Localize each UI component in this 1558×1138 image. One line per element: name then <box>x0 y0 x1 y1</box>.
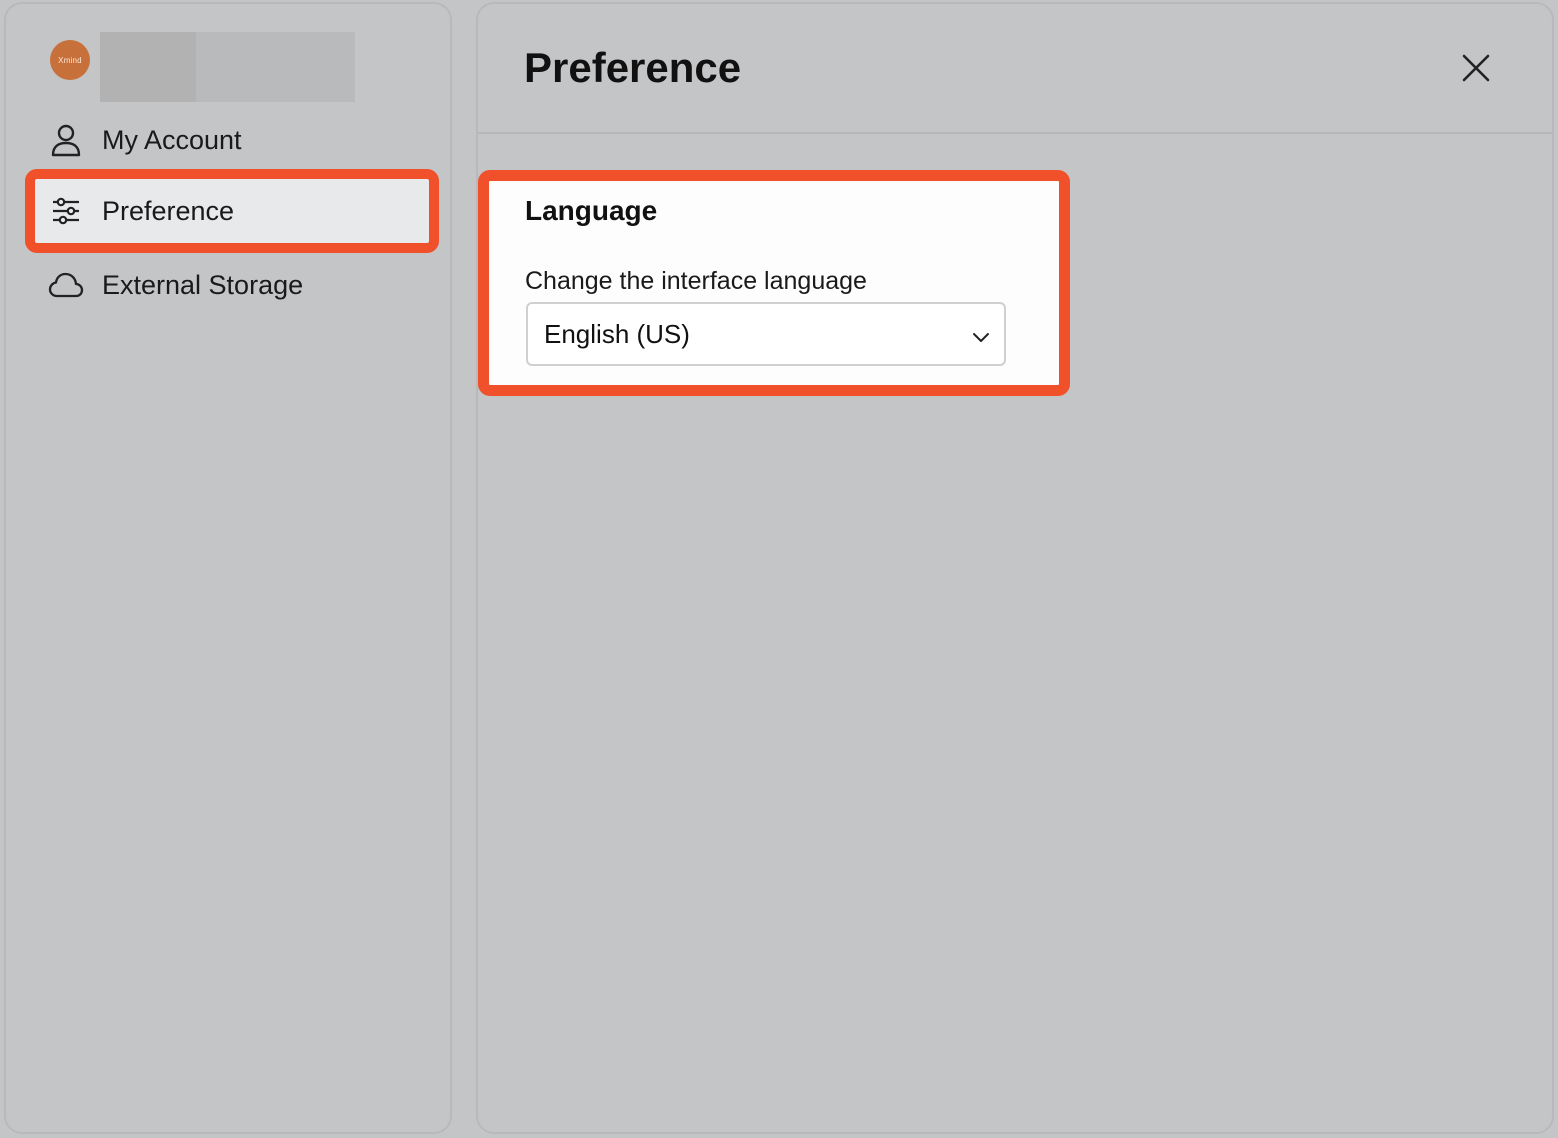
close-button[interactable] <box>1458 52 1494 88</box>
language-section-title: Language <box>525 195 658 226</box>
language-select-value: English (US) <box>544 318 690 349</box>
sidebar-item-external-storage[interactable]: External Storage <box>26 252 436 318</box>
language-section: Language Change the interface language E… <box>478 170 1070 396</box>
avatar-text: Xmind <box>58 55 82 65</box>
main-panel: Preference Language Change the interface… <box>476 2 1554 1134</box>
avatar[interactable]: Xmind <box>50 40 90 80</box>
close-icon <box>1462 54 1490 87</box>
sidebar-item-label: Preference <box>102 195 235 226</box>
chevron-down-icon <box>970 324 992 346</box>
sidebar-item-label: My Account <box>102 124 242 155</box>
sidebar-item-label: External Storage <box>102 269 304 300</box>
account-name-redacted <box>100 32 355 102</box>
language-select[interactable]: English (US) <box>526 302 1006 366</box>
page-title: Preference <box>524 44 742 91</box>
cloud-icon <box>48 267 84 303</box>
main-header: Preference <box>478 4 1552 134</box>
language-description: Change the interface language <box>525 267 867 295</box>
person-icon <box>48 122 84 158</box>
sliders-icon <box>48 193 84 229</box>
sidebar-item-my-account[interactable]: My Account <box>26 107 436 173</box>
sidebar-item-preference[interactable]: Preference <box>35 179 429 243</box>
preferences-window: Xmind My Account Preference External Sto… <box>0 0 1558 1138</box>
sidebar: Xmind My Account Preference External Sto… <box>4 2 452 1134</box>
